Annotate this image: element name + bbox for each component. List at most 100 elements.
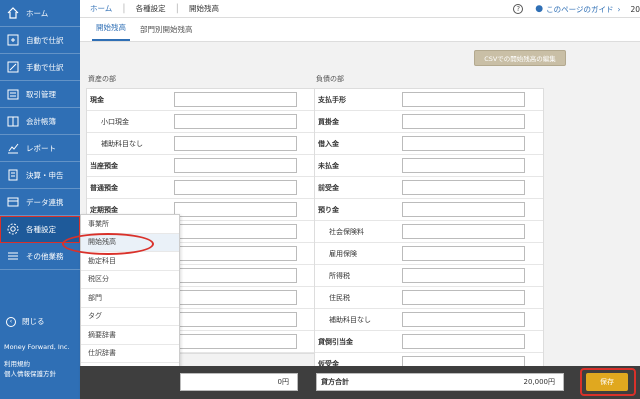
balance-input[interactable] <box>402 136 525 151</box>
sidebar-item-label: 取引管理 <box>26 89 56 99</box>
report-icon <box>6 141 20 155</box>
submenu-item[interactable]: 開始残高 <box>81 233 179 252</box>
breadcrumb-settings[interactable]: 各種設定 <box>126 3 176 14</box>
balance-row: 雇用保険 <box>315 243 543 265</box>
account-label: 社会保険料 <box>329 227 364 236</box>
balance-input[interactable] <box>402 246 525 261</box>
ledger-icon <box>6 114 20 128</box>
account-label: 買掛金 <box>318 117 339 126</box>
account-label: 当座預金 <box>90 161 118 170</box>
balance-input[interactable] <box>402 312 525 327</box>
balance-input[interactable] <box>174 136 297 151</box>
balance-input[interactable] <box>174 202 297 217</box>
balance-input[interactable] <box>174 334 297 349</box>
account-label: 前受金 <box>318 183 339 192</box>
balance-input[interactable] <box>174 224 297 239</box>
save-button[interactable]: 保存 <box>586 373 628 391</box>
credit-total-value: 20,000円 <box>523 378 556 386</box>
debit-total-value: 0円 <box>277 378 289 386</box>
account-label: 所得税 <box>329 271 350 280</box>
sidebar-item-transaction[interactable]: 取引管理 <box>0 81 80 108</box>
credit-total-label: 貸方合計 <box>321 378 349 386</box>
sidebar-item-home[interactable]: ホーム <box>0 0 80 27</box>
privacy-link[interactable]: 個人情報保護方針 <box>4 368 56 378</box>
sidebar-item-manual-journal[interactable]: 手動で仕訳 <box>0 54 80 81</box>
breadcrumb-home[interactable]: ホーム <box>80 3 122 14</box>
counter: 20 <box>630 4 640 14</box>
credit-total-box: 貸方合計 20,000円 <box>316 373 564 391</box>
account-label: 借入金 <box>318 139 339 148</box>
transaction-icon <box>6 87 20 101</box>
account-label: 雇用保険 <box>329 249 357 258</box>
account-label: 補助科目なし <box>329 315 371 324</box>
account-label: 補助科目なし <box>101 139 143 148</box>
balance-input[interactable] <box>402 202 525 217</box>
account-label: 貸倒引当金 <box>318 337 353 346</box>
submenu-item[interactable]: 事業所 <box>81 215 179 234</box>
balance-input[interactable] <box>174 92 297 107</box>
balance-input[interactable] <box>174 312 297 327</box>
balance-input[interactable] <box>174 246 297 261</box>
help-icon[interactable]: ? <box>513 4 524 14</box>
sidebar-item-report[interactable]: レポート <box>0 135 80 162</box>
submenu-item[interactable]: タグ <box>81 308 179 326</box>
sidebar-item-data-link[interactable]: データ連携 <box>0 189 80 216</box>
submenu-item[interactable]: 部門 <box>81 289 179 308</box>
chevron-right-icon: › <box>617 4 621 14</box>
balance-row: 前受金 <box>315 177 543 199</box>
sidebar-close-button[interactable]: ‹ 閉じる <box>6 316 45 327</box>
balance-input[interactable] <box>402 92 525 107</box>
terms-link[interactable]: 利用規約 <box>4 358 30 368</box>
sidebar-item-settlement[interactable]: 決算・申告 <box>0 162 80 189</box>
settlement-icon <box>6 168 20 182</box>
tab-department-opening-balance[interactable]: 部門別開始残高 <box>136 24 197 41</box>
balance-input[interactable] <box>174 158 297 173</box>
balance-row: 補助科目なし <box>87 133 315 155</box>
csv-edit-button[interactable]: CSVでの開始残高の編集 <box>474 50 566 66</box>
assets-title: 資産の部 <box>88 75 116 83</box>
sidebar-item-label: その他業務 <box>26 251 64 261</box>
balance-row: 補助科目なし <box>315 309 543 331</box>
gear-icon <box>6 222 20 236</box>
account-label: 現金 <box>90 95 104 104</box>
liabilities-panel: 支払手形 買掛金 借入金 未払金 前受金 預り金 社会保険料 雇用保険 所得税 住民税 補助科目なし… <box>314 88 544 376</box>
balance-input[interactable] <box>402 268 525 283</box>
balance-input[interactable] <box>402 114 525 129</box>
balance-row: 買掛金 <box>315 111 543 133</box>
sidebar-item-label: 各種設定 <box>26 224 56 234</box>
data-link-icon <box>6 195 20 209</box>
balance-row: 住民税 <box>315 287 543 309</box>
guide-link[interactable]: このページのガイド <box>546 4 613 15</box>
balance-input[interactable] <box>402 290 525 305</box>
balance-row: 小口現金 <box>87 111 315 133</box>
submenu-item[interactable]: 仕訳辞書 <box>81 345 179 363</box>
sidebar-item-settings[interactable]: 各種設定 <box>0 216 80 243</box>
balance-input[interactable] <box>174 114 297 129</box>
balance-input[interactable] <box>402 334 525 349</box>
company-name: Money Forward, Inc. <box>4 343 70 351</box>
balance-input[interactable] <box>402 180 525 195</box>
balance-row: 所得税 <box>315 265 543 287</box>
balance-input[interactable] <box>402 224 525 239</box>
sidebar-item-label: データ連携 <box>26 197 64 207</box>
balance-row: 借入金 <box>315 133 543 155</box>
balance-input[interactable] <box>174 290 297 305</box>
balance-input[interactable] <box>174 180 297 195</box>
sidebar-item-ledger[interactable]: 会計帳簿 <box>0 108 80 135</box>
balance-input[interactable] <box>174 268 297 283</box>
debit-total-box: 0円 <box>180 373 298 391</box>
submenu-item[interactable]: 勘定科目 <box>81 252 179 271</box>
account-label: 小口現金 <box>101 117 129 126</box>
balance-input[interactable] <box>402 158 525 173</box>
sidebar-item-auto-journal[interactable]: 自動で仕訳 <box>0 27 80 54</box>
home-icon <box>6 6 20 20</box>
tab-opening-balance[interactable]: 開始残高 <box>92 22 130 41</box>
submenu-item[interactable]: 税区分 <box>81 271 179 289</box>
balance-row: 社会保険料 <box>315 221 543 243</box>
submenu-item[interactable]: 摘要辞書 <box>81 326 179 345</box>
chevron-left-icon: ‹ <box>6 316 16 327</box>
manual-journal-icon <box>6 60 20 74</box>
list-icon <box>6 249 20 263</box>
tab-bar: 開始残高 部門別開始残高 <box>80 18 640 42</box>
sidebar-item-other[interactable]: その他業務 <box>0 243 80 270</box>
